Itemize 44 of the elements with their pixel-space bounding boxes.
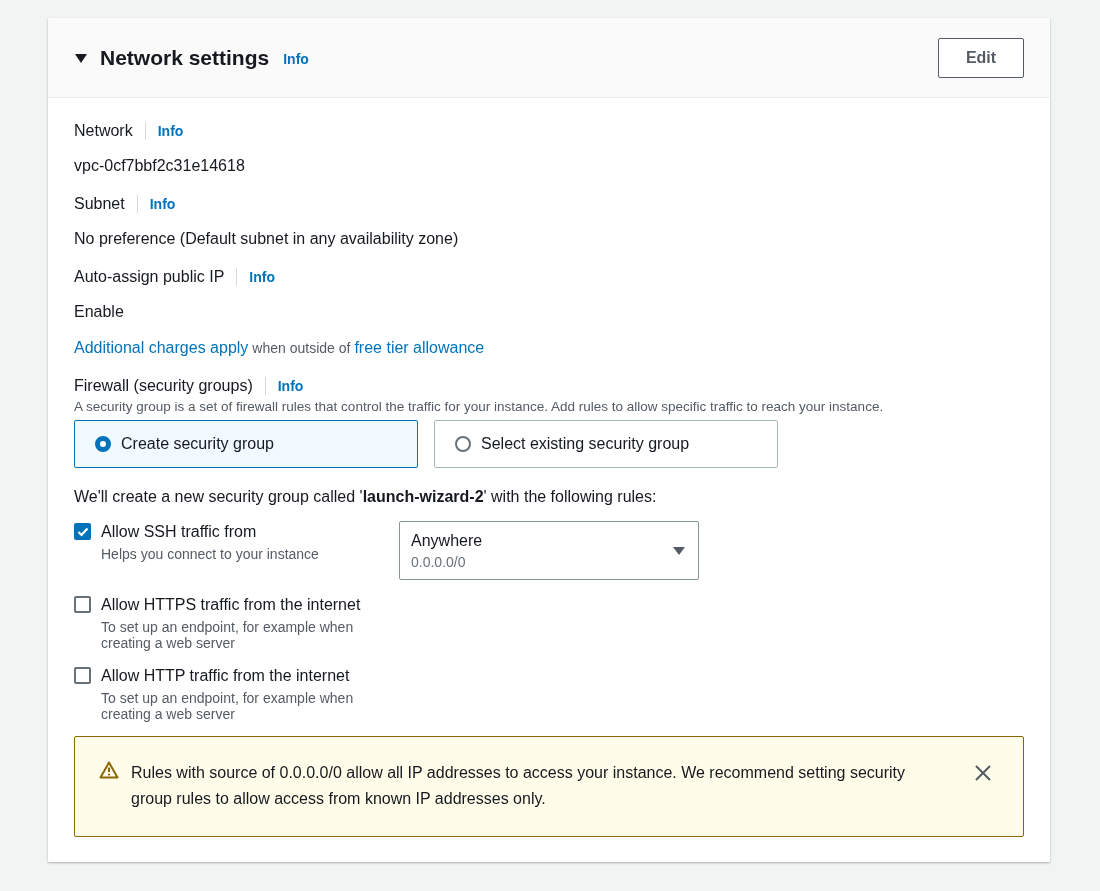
radio-tile[interactable]: Create security group [74,420,418,468]
warning-icon [99,761,119,779]
field-label: Network [74,122,133,140]
edit-button[interactable]: Edit [938,37,1024,78]
close-icon [975,765,991,781]
field-description: A security group is a set of firewall rules that control the traffic for your instance. Add rules to allow specific traffic to reach your instance. [74,399,885,414]
checkbox-hint: Helps you connect to your instance [101,546,319,562]
field-value: Enable [74,303,125,321]
radio-button[interactable] [95,436,111,452]
section-title: Network settings [100,45,270,70]
select-detail: 0.0.0.0/0 [411,553,467,570]
field-value: No preference (Default subnet in any availability zone) [74,230,460,248]
rules-intro-text: We'll create a new security group called 'launch-wizard-2' with the following rules: [74,488,658,506]
caret-icon [74,51,88,64]
checkbox-label: Allow HTTPS traffic from the internet [101,595,362,615]
checkbox-label: Allow HTTP traffic from the internet [101,666,351,686]
info-link[interactable]: Info [149,196,176,212]
checkbox[interactable] [74,523,91,540]
checkbox-hint: To set up an endpoint, for example when creating a web server [101,619,355,651]
warning-text: Rules with source of 0.0.0.0/0 allow all IP addresses to access your instance. We recommend setting security group rules to allow access from known IP addresses only. [131,763,906,809]
charges-link[interactable]: Additional charges apply [74,339,249,357]
dropdown-caret-icon [672,545,686,556]
select-value: Anywhere [411,531,483,550]
radio-tile[interactable]: Select existing security group [434,420,778,468]
info-link[interactable]: Info [157,123,184,139]
field-label: Firewall (security groups) [74,377,253,395]
charges-text: when outside of [252,340,351,356]
checkbox[interactable] [74,667,91,684]
checkbox-hint: To set up an endpoint, for example when creating a web server [101,690,355,722]
field-value: vpc-0cf7bbf2c31e14618 [74,157,246,175]
checkbox-label: Allow SSH traffic from [101,522,258,542]
free-tier-link[interactable]: free tier allowance [354,339,485,357]
radio-button[interactable] [455,436,471,452]
field-label: Auto-assign public IP [74,268,225,286]
field-label: Subnet [74,195,125,213]
checkbox[interactable] [74,596,91,613]
info-link[interactable]: Info [277,378,304,394]
radio-label: Create security group [121,435,274,453]
expand-toggle[interactable] [74,51,88,64]
source-select[interactable]: Anywhere 0.0.0.0/0 [399,521,699,580]
radio-label: Select existing security group [481,435,690,453]
info-link[interactable]: Info [249,269,275,285]
check-icon [76,526,89,537]
info-link[interactable]: Info [283,51,309,67]
